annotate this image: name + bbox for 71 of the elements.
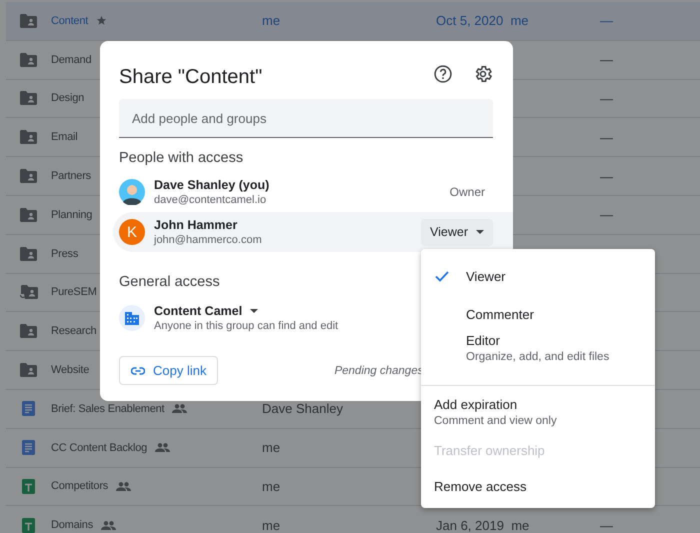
avatar: [119, 179, 145, 205]
shared-icon: [101, 520, 116, 530]
file-name: CC Content Backlog: [51, 442, 148, 454]
general-access-heading: General access: [119, 274, 220, 290]
file-name: Demand: [51, 54, 92, 66]
menu-action[interactable]: Remove access: [421, 468, 655, 504]
person-email: john@hammerco.com: [154, 234, 263, 246]
shared-folder-icon: [20, 363, 37, 378]
shared-folder-icon: [20, 169, 37, 184]
role-text: Owner: [450, 185, 485, 199]
role-option[interactable]: Editor Organize, add, and edit files: [421, 333, 655, 383]
spreadsheet-icon: [22, 518, 35, 533]
owner-text: me: [262, 440, 280, 456]
shared-icon: [116, 482, 132, 491]
file-name: Competitors: [51, 480, 108, 492]
owner-text: me: [262, 518, 280, 533]
role-option[interactable]: Commenter: [421, 295, 655, 333]
spreadsheet-icon: [22, 478, 35, 494]
size-text: —: [600, 518, 613, 533]
dialog-title: Share "Content": [119, 64, 264, 88]
check-icon: [435, 270, 449, 282]
link-icon: [131, 366, 145, 374]
file-name: Planning: [51, 208, 92, 221]
shared-folder-icon: [20, 52, 37, 67]
file-name: Website: [51, 364, 90, 376]
modified-text: Jan 6, 2019 me: [436, 518, 530, 533]
file-name: Partners: [51, 170, 91, 182]
shared-icon: [155, 443, 170, 452]
size-text: —: [600, 207, 613, 222]
file-name: PureSEM: [51, 286, 97, 298]
document-icon: [22, 401, 35, 416]
add-people-field[interactable]: Add people and groups: [119, 99, 493, 138]
shared-folder-icon: [20, 246, 37, 261]
owner-text: me: [262, 478, 280, 494]
file-name: Brief: Sales Enablement: [51, 402, 164, 415]
avatar: K: [119, 219, 145, 245]
shared-folder-icon: [20, 130, 37, 144]
copy-link-button[interactable]: Copy link: [119, 356, 218, 385]
file-name: Content: [51, 14, 88, 27]
file-name: Press: [51, 248, 78, 260]
role-dropdown[interactable]: Viewer: [421, 218, 493, 246]
building-icon: [119, 305, 145, 331]
settings-icon[interactable]: [473, 64, 493, 84]
size-text: —: [600, 130, 613, 145]
file-name: Email: [51, 131, 78, 144]
shared-folder-icon: [20, 324, 37, 338]
owner-text: me: [262, 13, 280, 28]
file-name: Research: [51, 325, 96, 338]
file-name: Design: [51, 92, 84, 104]
size-text: —: [600, 168, 613, 184]
people-heading: People with access: [119, 150, 244, 166]
shared-icon: [172, 404, 188, 414]
shared-folder-icon: [20, 14, 37, 28]
access-description: Anyone in this group can find and edit: [154, 320, 340, 332]
shortcut-folder-icon: [20, 284, 38, 300]
role-option[interactable]: Viewer: [421, 257, 655, 295]
help-icon[interactable]: [433, 64, 453, 84]
file-name: Domains: [51, 519, 94, 532]
document-icon: [22, 440, 35, 456]
size-text: —: [600, 13, 613, 28]
option-description: Comment and view only: [434, 415, 558, 427]
size-text: —: [600, 90, 613, 106]
owner-text: Dave Shanley: [262, 401, 343, 416]
person-name: John Hammer: [154, 218, 238, 232]
option-description: Organize, add, and edit files: [466, 351, 610, 363]
shared-folder-icon: [20, 91, 37, 106]
person-name: Dave Shanley (you): [154, 178, 270, 192]
size-text: —: [600, 52, 613, 68]
person-email: dave@contentcamel.io: [154, 194, 268, 206]
modified-text: Oct 5, 2020 me: [436, 13, 529, 28]
shared-folder-icon: [20, 208, 37, 222]
